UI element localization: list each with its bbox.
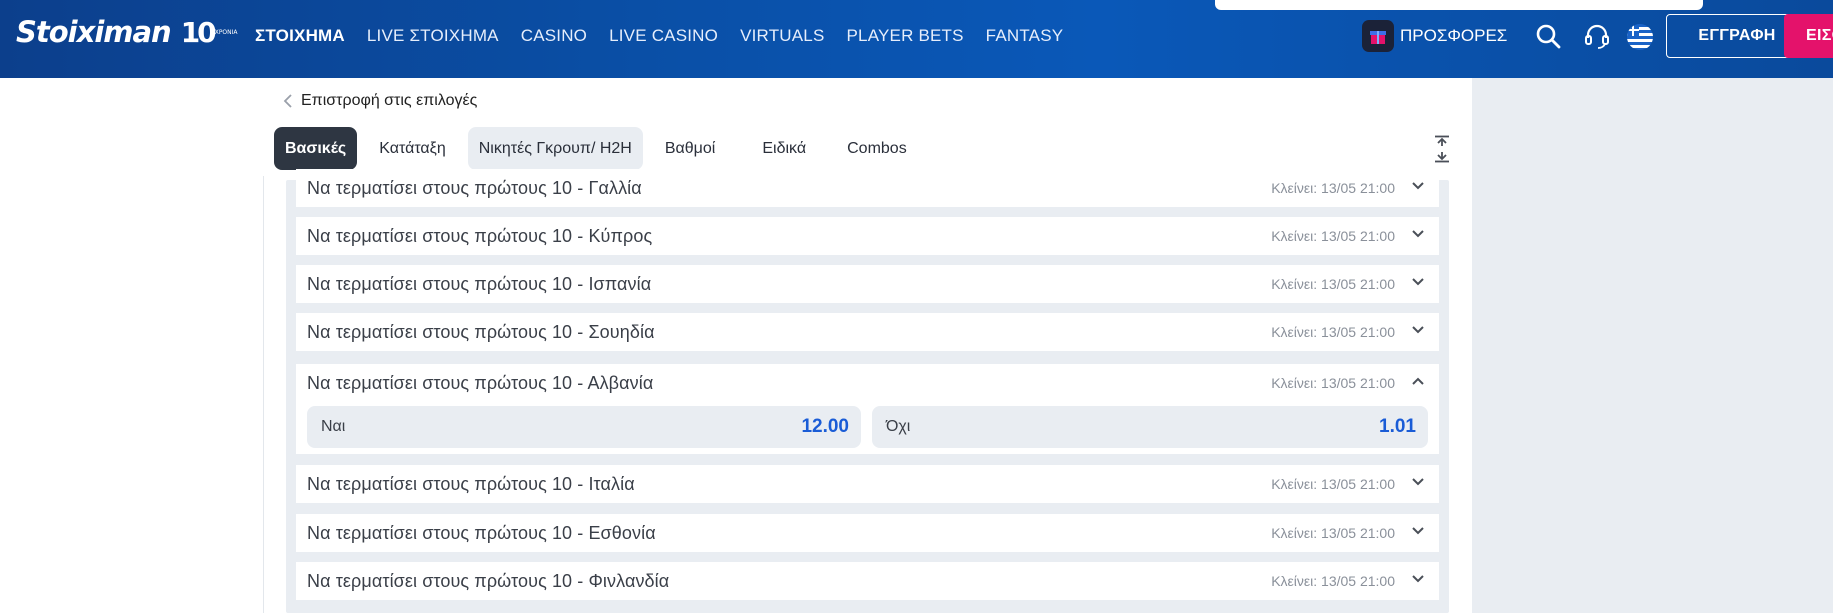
chevron-down-icon [1412,278,1424,286]
nav-item-live-sports[interactable]: LIVE ΣΤΟΙΧΗΜΑ [367,26,499,46]
nav-item-virtuals[interactable]: VIRTUALS [740,26,824,46]
headset-support-icon[interactable] [1583,22,1611,50]
top-navigation-bar: Stoiximan 10 ΧΡΟΝΙΑ ΣΤΟΙΧΗΜΑ LIVE ΣΤΟΙΧΗ… [0,0,1833,78]
promotions-label: ΠΡΟΣΦΟΡΕΣ [1400,26,1508,45]
market-close-time: Κλείνει: 13/05 21:00 [1271,573,1395,589]
betslip-side-panel [1472,78,1833,613]
market-close-time: Κλείνει: 13/05 21:00 [1271,476,1395,492]
market-close-time: Κλείνει: 13/05 21:00 [1271,375,1395,391]
odd-label-no: Όχι [886,418,911,435]
logo-badge-subtext: ΧΡΟΝΙΑ [214,28,238,36]
tab-specials[interactable]: Ειδικά [751,127,817,170]
login-button[interactable]: ΕΙΣΟ [1784,14,1833,58]
chevron-down-icon [1412,527,1424,535]
odd-value-no: 1.01 [1379,416,1416,437]
logo-badge-number: 10 [180,15,217,49]
tab-combos[interactable]: Combos [836,127,918,170]
market-close-time: Κλείνει: 13/05 21:00 [1271,276,1395,292]
market-title: Να τερματίσει στους πρώτους 10 - Φινλανδ… [307,570,670,591]
promotions-link[interactable]: ΠΡΟΣΦΟΡΕΣ [1362,20,1507,52]
odd-button-yes[interactable]: Ναι 12.00 [307,406,861,448]
market-title: Να τερματίσει στους πρώτους 10 - Εσθονία [307,522,656,543]
market-close-time: Κλείνει: 13/05 21:00 [1271,324,1395,340]
back-to-selections-link[interactable]: Επιστροφή στις επιλογές [283,92,477,110]
market-title: Να τερματίσει στους πρώτους 10 - Ισπανία [307,273,652,294]
chevron-down-icon [1412,478,1424,486]
market-expanded-albania: Να τερματίσει στους πρώτους 10 - Αλβανία… [296,364,1439,454]
chevron-down-icon [1412,182,1424,190]
nav-item-fantasy[interactable]: FANTASY [986,26,1064,46]
tab-points[interactable]: Βαθμοί [654,127,727,170]
chevron-down-icon [1412,326,1424,334]
tab-standings[interactable]: Κατάταξη [368,127,456,170]
greek-flag-icon[interactable] [1627,24,1653,50]
odd-value-yes: 12.00 [801,416,849,437]
market-title: Να τερματίσει στους πρώτους 10 - Κύπρος [307,225,653,246]
gift-icon [1362,20,1394,52]
tab-basic[interactable]: Βασικές [274,127,358,170]
market-row-albania[interactable]: Να τερματίσει στους πρώτους 10 - Αλβανία… [296,364,1439,402]
nav-item-player-bets[interactable]: PLAYER BETS [847,26,964,46]
nav-item-live-casino[interactable]: LIVE CASINO [609,26,718,46]
odd-label-yes: Ναι [321,418,346,435]
market-row-cyprus[interactable]: Να τερματίσει στους πρώτους 10 - Κύπρος … [296,217,1439,255]
odd-button-no[interactable]: Όχι 1.01 [872,406,1428,448]
logo-10-years-badge: 10 ΧΡΟΝΙΑ [180,15,238,49]
logo-wordmark: Stoiximan [16,15,172,49]
market-title: Να τερματίσει στους πρώτους 10 - Αλβανία [307,372,654,393]
market-title: Να τερματίσει στους πρώτους 10 - Ιταλία [307,473,635,494]
chevron-left-icon [283,94,292,108]
chevron-up-icon [1412,377,1424,385]
market-row-spain[interactable]: Να τερματίσει στους πρώτους 10 - Ισπανία… [296,265,1439,303]
market-close-time: Κλείνει: 13/05 21:00 [1271,228,1395,244]
nav-item-sports[interactable]: ΣΤΟΙΧΗΜΑ [255,26,345,46]
market-row-estonia[interactable]: Να τερματίσει στους πρώτους 10 - Εσθονία… [296,514,1439,552]
market-row-finland[interactable]: Να τερματίσει στους πρώτους 10 - Φινλανδ… [296,562,1439,600]
main-nav: ΣΤΟΙΧΗΜΑ LIVE ΣΤΟΙΧΗΜΑ CASINO LIVE CASIN… [255,0,1085,72]
market-row-sweden[interactable]: Να τερματίσει στους πρώτους 10 - Σουηδία… [296,313,1439,351]
market-list: Να τερματίσει στους πρώτους 10 - Γαλλία … [263,169,1449,613]
market-title: Να τερματίσει στους πρώτους 10 - Γαλλία [307,177,642,198]
chevron-down-icon [1412,575,1424,583]
chevron-down-icon [1412,230,1424,238]
market-close-time: Κλείνει: 13/05 21:00 [1271,180,1395,196]
market-row-italy[interactable]: Να τερματίσει στους πρώτους 10 - Ιταλία … [296,465,1439,503]
nav-item-casino[interactable]: CASINO [521,26,587,46]
tab-group-winners-h2h[interactable]: Νικητές Γκρουπ/ H2H [467,127,643,170]
market-close-time: Κλείνει: 13/05 21:00 [1271,525,1395,541]
market-tabs: Βασικές Κατάταξη Νικητές Γκρουπ/ H2H Βαθ… [274,127,918,170]
market-row-france[interactable]: Να τερματίσει στους πρώτους 10 - Γαλλία … [296,169,1439,207]
search-dropdown-edge [1215,0,1703,10]
collapse-all-icon[interactable] [1434,135,1450,168]
search-icon[interactable] [1534,22,1562,50]
back-link-label: Επιστροφή στις επιλογές [301,92,478,109]
market-title: Να τερματίσει στους πρώτους 10 - Σουηδία [307,321,655,342]
stoiximan-logo[interactable]: Stoiximan 10 ΧΡΟΝΙΑ [16,12,238,52]
